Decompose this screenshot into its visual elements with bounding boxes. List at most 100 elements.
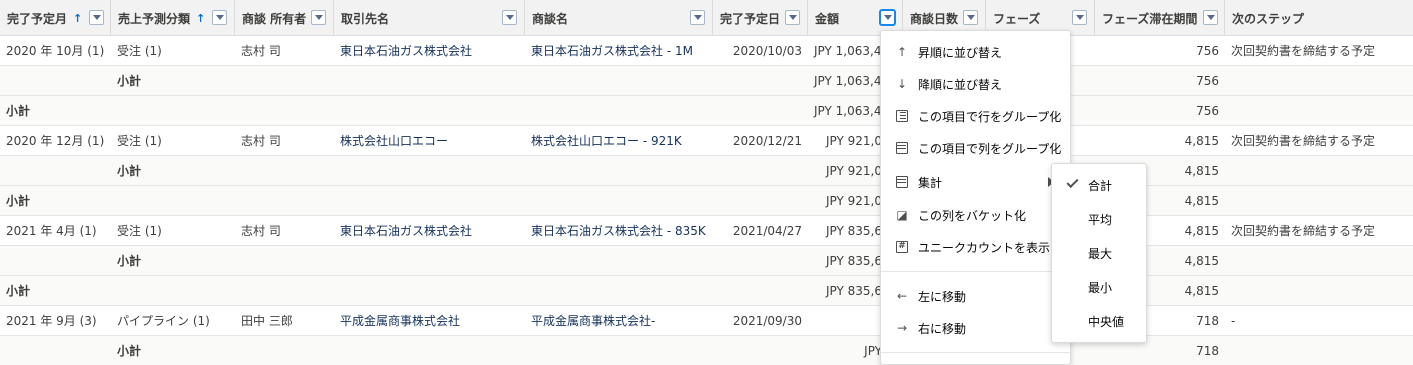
cell-close-month: 2021 年 4月 (1) [6, 224, 97, 238]
submenu-item-average[interactable]: 平均 [1052, 202, 1146, 236]
menu-item-sort-descending[interactable]: ↓ 降順に並び替え [881, 68, 1070, 100]
cell-account[interactable]: 平成金属商事株式会社 [334, 306, 525, 336]
cell-forecast-category: 受注 (1) [117, 44, 162, 58]
column-menu-button-close-month[interactable] [89, 10, 104, 25]
table-row: 2020 年 10月 (1) 受注 (1) 志村 司 東日本石油ガス株式会社 東… [0, 36, 1413, 66]
cell-close-month: 2020 年 10月 (1) [6, 44, 105, 58]
group-subtotal-label: 小計 [6, 104, 31, 118]
cell-amount: JPY 921,0 [825, 134, 882, 148]
menu-item-summarize[interactable]: 集計 [881, 166, 1070, 198]
column-menu-button-amount[interactable] [880, 10, 895, 25]
column-header-opportunity[interactable]: 商談名 [525, 0, 713, 36]
cell-stage-duration: 756 [1196, 74, 1219, 88]
subtotal-label: 小計 [117, 164, 142, 178]
arrow-left-icon: ← [896, 289, 908, 303]
column-actions-menu: ↑ 昇順に並び替え ↓ 降順に並び替え この項目で行をグループ化 この項目で列を… [880, 30, 1071, 365]
subtotal-label: 小計 [117, 74, 142, 88]
subtotal-label: 小計 [117, 344, 142, 358]
cell-amount: JPY 1,063,4 [814, 74, 882, 88]
table-row: 2021 年 4月 (1) 受注 (1) 志村 司 東日本石油ガス株式会社 東日… [0, 216, 1413, 246]
cell-amount: JPY [864, 344, 882, 358]
menu-item-unique-count[interactable]: # ユニークカウントを表示 [881, 231, 1070, 263]
column-menu-button-stage-duration[interactable] [1203, 10, 1218, 25]
cell-opportunity[interactable]: 株式会社山口エコー - 921K [525, 126, 713, 156]
column-menu-button-account[interactable] [502, 10, 517, 25]
cell-forecast-category: 受注 (1) [117, 134, 162, 148]
cell-opportunity[interactable]: 東日本石油ガス株式会社 - 1M [525, 36, 713, 66]
cell-amount: JPY 835,6 [825, 254, 882, 268]
cell-owner[interactable]: 志村 司 [235, 36, 334, 66]
cell-opportunity[interactable]: 平成金属商事株式会社- [525, 306, 713, 336]
menu-item-group-rows[interactable]: この項目で行をグループ化 [881, 100, 1070, 132]
subtotal-label: 小計 [117, 254, 142, 268]
group-subtotal-label: 小計 [6, 194, 31, 208]
cell-account[interactable]: 株式会社山口エコー [334, 126, 525, 156]
menu-divider [881, 271, 1070, 272]
table-row: 2021 年 9月 (3) パイプライン (1) 田中 三郎 平成金属商事株式会… [0, 306, 1413, 336]
cell-next-step: - [1231, 314, 1236, 328]
table-row: 2020 年 12月 (1) 受注 (1) 志村 司 株式会社山口エコー 株式会… [0, 126, 1413, 156]
menu-item-sort-ascending[interactable]: ↑ 昇順に並び替え [881, 36, 1070, 68]
sort-ascending-icon[interactable]: ↑ [73, 12, 82, 25]
subtotal-row: 小計 JPY 718 [0, 336, 1413, 365]
submenu-item-max[interactable]: 最大 [1052, 236, 1146, 270]
cell-close-date: 2021/09/30 [732, 314, 802, 328]
bucket-icon: ◪ [896, 208, 908, 222]
cell-owner[interactable]: 志村 司 [235, 216, 334, 246]
submenu-item-sum[interactable]: 合計 [1052, 168, 1146, 202]
column-menu-button-opportunity[interactable] [690, 10, 705, 25]
cell-forecast-category: パイプライン (1) [117, 314, 210, 328]
cell-next-step: 次回契約書を締結する予定 [1231, 134, 1376, 148]
cell-amount [808, 306, 888, 336]
group-rows-icon [895, 109, 909, 123]
cell-amount: JPY 921,0 [825, 164, 882, 178]
cell-amount: JPY 921,0 [825, 194, 882, 208]
submenu-item-min[interactable]: 最小 [1052, 270, 1146, 304]
subtotal-row: 小計 JPY 1,063,4 756 [0, 66, 1413, 96]
cell-next-step: 次回契約書を締結する予定 [1231, 224, 1376, 238]
hash-icon: # [895, 240, 909, 254]
cell-opportunity[interactable]: 東日本石油ガス株式会社 - 835K [525, 216, 713, 246]
menu-item-bucket[interactable]: ◪ この列をバケット化 [881, 199, 1070, 231]
cell-close-date: 2020/10/03 [732, 44, 802, 58]
menu-item-group-columns[interactable]: この項目で列をグループ化 [881, 132, 1070, 164]
cell-close-month: 2020 年 12月 (1) [6, 134, 105, 148]
cell-amount: JPY 835,6 [825, 284, 882, 298]
arrow-up-icon: ↑ [896, 45, 908, 59]
summarize-submenu: 合計 平均 最大 最小 中央値 [1051, 163, 1147, 343]
cell-owner[interactable]: 田中 三郎 [235, 306, 334, 336]
cell-next-step: 次回契約書を締結する予定 [1231, 44, 1376, 58]
menu-divider [881, 352, 1070, 353]
checkmark-icon [1066, 175, 1079, 189]
arrow-right-icon: → [896, 321, 908, 335]
group-subtotal-row: 小計 JPY 921,0 4,815 [0, 186, 1413, 216]
menu-item-move-right[interactable]: → 右に移動 [881, 312, 1070, 344]
menu-item-move-left[interactable]: ← 左に移動 [881, 280, 1070, 312]
cell-stage-duration: 756 [1196, 44, 1219, 58]
column-menu-button-stage[interactable] [1072, 10, 1087, 25]
cell-amount: JPY 835,6 [825, 224, 882, 238]
cell-account[interactable]: 東日本石油ガス株式会社 [334, 216, 525, 246]
cell-account[interactable]: 東日本石油ガス株式会社 [334, 36, 525, 66]
column-menu-button-age[interactable] [963, 10, 978, 25]
cell-close-date: 2021/04/27 [732, 224, 802, 238]
cell-amount: JPY 1,063,4 [814, 44, 882, 58]
column-menu-button-close-date[interactable] [785, 10, 800, 25]
group-subtotal-label: 小計 [6, 284, 31, 298]
cell-stage-duration: 756 [1196, 104, 1219, 118]
submenu-item-median[interactable]: 中央値 [1052, 304, 1146, 338]
cell-owner[interactable]: 志村 司 [235, 126, 334, 156]
column-header-account[interactable]: 取引先名 [334, 0, 525, 36]
subtotal-row: 小計 JPY 835,6 4,815 [0, 246, 1413, 276]
column-header-next-step[interactable]: 次のステップ [1225, 0, 1413, 36]
summarize-icon [895, 175, 909, 189]
sort-ascending-icon[interactable]: ↑ [196, 12, 205, 25]
column-menu-button-forecast-category[interactable] [212, 10, 227, 25]
arrow-down-icon: ↓ [896, 77, 908, 91]
column-menu-button-owner[interactable] [311, 10, 326, 25]
cell-close-month: 2021 年 9月 (3) [6, 314, 97, 328]
group-subtotal-row: 小計 JPY 1,063,4 756 [0, 96, 1413, 126]
table-header: 完了予定月 ↑ 売上予測分類 ↑ 商談 所有者 取引先名 商談名 完了予定日 金額 … [0, 0, 1413, 36]
subtotal-row: 小計 JPY 921,0 4,815 [0, 156, 1413, 186]
cell-amount: JPY 1,063,4 [814, 104, 882, 118]
